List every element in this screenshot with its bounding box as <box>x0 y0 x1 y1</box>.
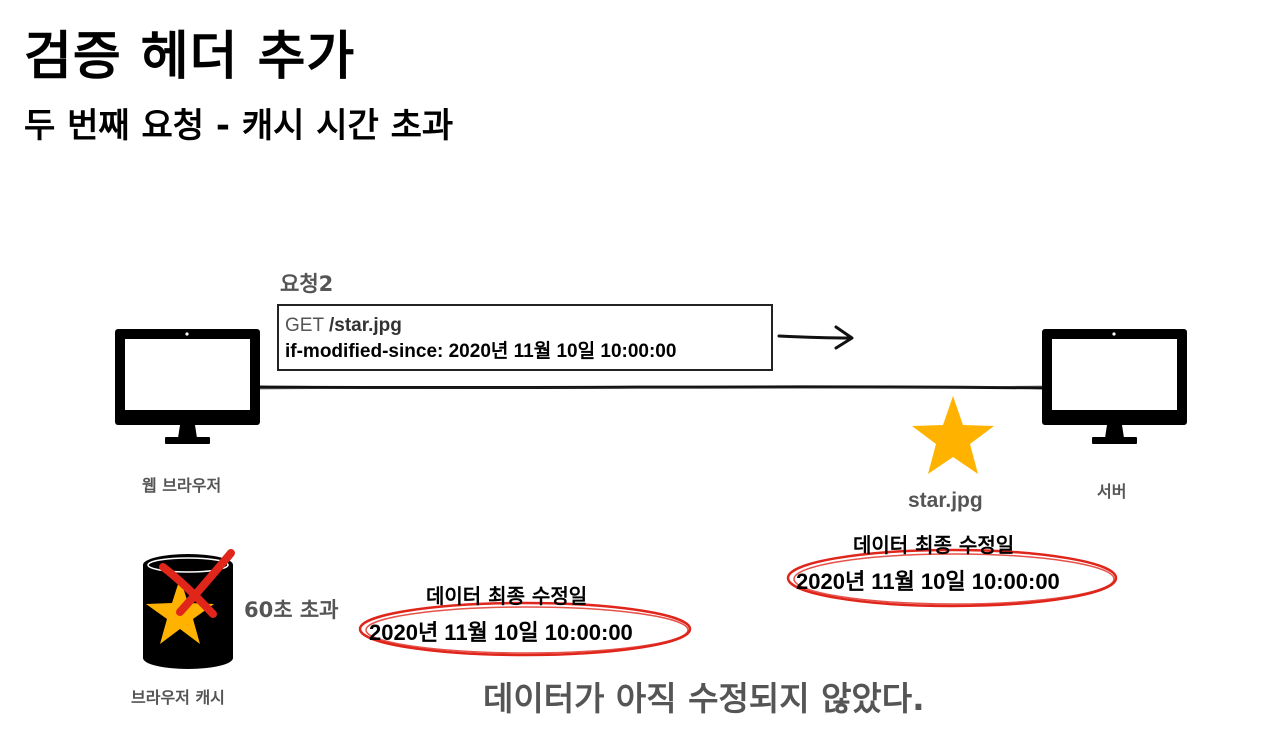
request-path: /star.jpg <box>329 315 402 336</box>
server-file-name: star.jpg <box>908 489 983 512</box>
request-label: 요청2 <box>280 272 334 296</box>
server-monitor-icon <box>1042 329 1187 444</box>
cache-date-value: 2020년 11월 10일 10:00:00 <box>369 620 633 645</box>
conclusion-text: 데이터가 아직 수정되지 않았다. <box>483 679 925 718</box>
request-method: GET <box>285 315 324 336</box>
cache-label: 브라우저 캐시 <box>131 688 225 707</box>
star-icon <box>912 396 994 474</box>
request-header: if-modified-since: 2020년 11월 10일 10:00:0… <box>285 341 677 362</box>
client-monitor-icon <box>115 329 260 444</box>
request-line: GET /star.jpg <box>285 313 771 339</box>
cache-date-caption: 데이터 최종 수정일 <box>426 584 588 608</box>
arrow-right-icon <box>777 325 854 350</box>
server-date-caption: 데이터 최종 수정일 <box>853 533 1015 557</box>
server-date-value: 2020년 11월 10일 10:00:00 <box>796 569 1060 594</box>
http-request-box: GET /star.jpg if-modified-since: 2020년 1… <box>277 304 773 371</box>
client-label: 웹 브라우저 <box>142 476 222 495</box>
cache-expired-text: 60초 초과 <box>244 598 339 622</box>
server-label: 서버 <box>1097 482 1127 501</box>
diagram-graphics <box>115 325 1187 669</box>
